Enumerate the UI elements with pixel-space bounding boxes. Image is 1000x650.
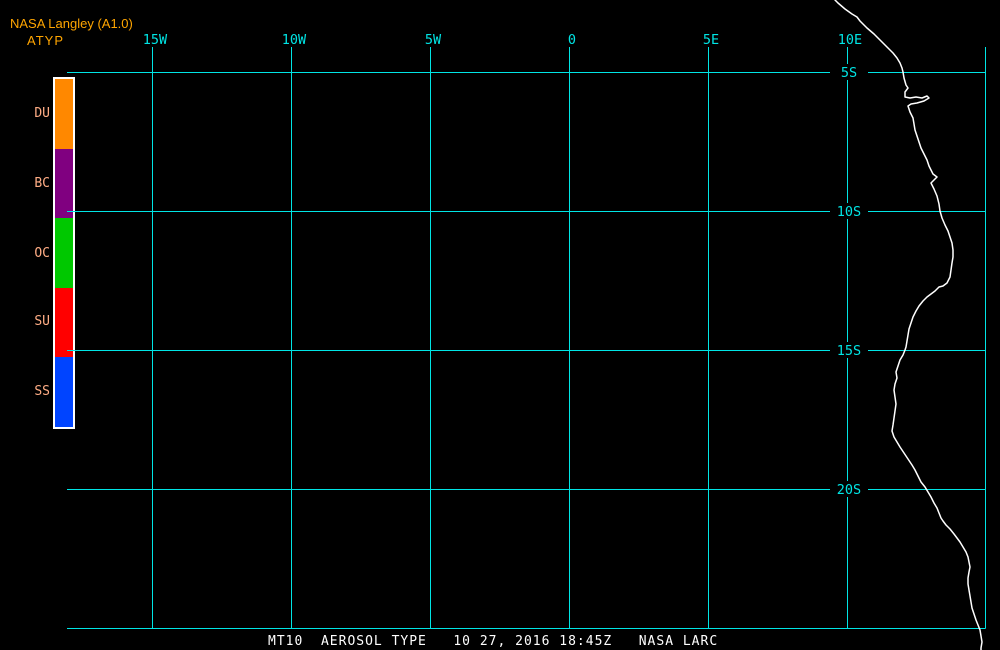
lon-tick-label-15W: 15W (143, 32, 168, 48)
lat-tick-label-10S: 10S (837, 204, 861, 220)
footer-caption: MT10 AEROSOL TYPE 10 27, 2016 18:45Z NAS… (268, 634, 719, 649)
lon-tick-label-5E: 5E (703, 32, 719, 48)
aerosol-type-map: NASA Langley (A1.0) ATYP DU BC OC SU SS 15W 1… (0, 0, 1000, 650)
lat-tick-label-20S: 20S (837, 482, 861, 498)
coastline-africa (834, 0, 983, 650)
lon-tick-label-0: 0 (568, 32, 576, 48)
map-plot: 15W 10W 5W 0 5E 10E 5S 10S 15S 20S (67, 0, 986, 650)
lat-tick-label-5S: 5S (841, 65, 857, 81)
lat-tick-label-15S: 15S (837, 343, 861, 359)
lon-tick-label-10W: 10W (282, 32, 307, 48)
lon-tick-label-10E: 10E (838, 32, 862, 48)
lon-tick-label-5W: 5W (425, 32, 442, 48)
